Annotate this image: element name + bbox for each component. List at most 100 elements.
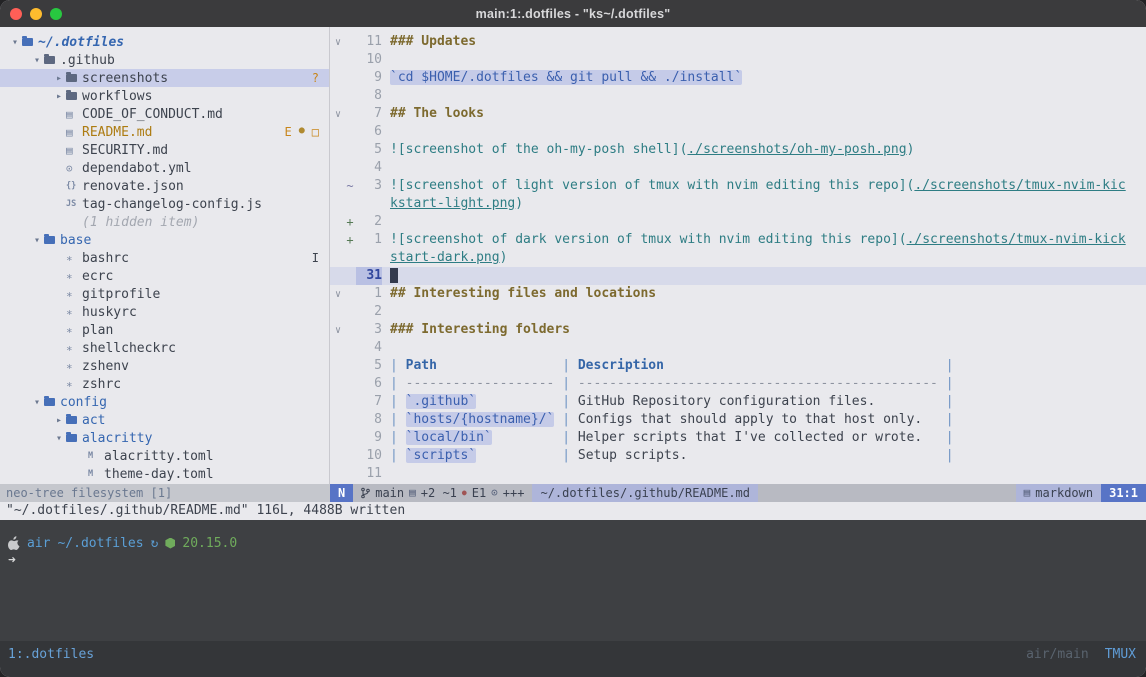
tree-item-code-of-conduct.md[interactable]: ▤CODE_OF_CONDUCT.md: [0, 105, 329, 123]
editor-line-10[interactable]: 10| `scripts` | Setup scripts. |: [330, 447, 1146, 465]
tree-item-dependabot.yml[interactable]: ⊙dependabot.yml: [0, 159, 329, 177]
tree-item-workflows[interactable]: ▸workflows: [0, 87, 329, 105]
tree-item-huskyrc[interactable]: ∗huskyrc: [0, 303, 329, 321]
chevron-right-icon[interactable]: ▸: [52, 91, 66, 102]
editor-line-wrap[interactable]: start-dark.png): [330, 249, 1146, 267]
sign-column: [344, 359, 356, 373]
editor-line-1[interactable]: ∨ 1## Interesting files and locations: [330, 285, 1146, 303]
tree-item-label: base: [60, 233, 91, 248]
maximize-button[interactable]: [50, 8, 62, 20]
file-icon: ▤: [1024, 484, 1031, 502]
fold-marker[interactable]: ∨: [330, 325, 344, 336]
tree-item-act[interactable]: ▸act: [0, 411, 329, 429]
neotree-statusline: neo-tree filesystem [1]: [0, 484, 330, 502]
line-number: 8: [356, 411, 382, 429]
tree-item-renovate.json[interactable]: {}renovate.json: [0, 177, 329, 195]
chevron-down-icon[interactable]: ▾: [52, 433, 66, 444]
tree-item-alacritty.toml[interactable]: Malacritty.toml: [0, 447, 329, 465]
chevron-right-icon[interactable]: ▸: [52, 73, 66, 84]
tree-item-alacritty[interactable]: ▾alacritty: [0, 429, 329, 447]
editor-line-7[interactable]: ∨ 7## The looks: [330, 105, 1146, 123]
chevron-down-icon[interactable]: ▾: [8, 37, 22, 48]
editor-line-9[interactable]: 9`cd $HOME/.dotfiles && git pull && ./in…: [330, 69, 1146, 87]
editor-line-3[interactable]: ∨ 3### Interesting folders: [330, 321, 1146, 339]
tree-item-plan[interactable]: ∗plan: [0, 321, 329, 339]
chevron-down-icon[interactable]: ▾: [30, 397, 44, 408]
tree-item-label: theme-day.toml: [104, 467, 214, 482]
line-text: [382, 465, 1146, 483]
sign-column: [344, 125, 356, 139]
line-text: [382, 87, 1146, 105]
tree-item-.github[interactable]: ▾.github: [0, 51, 329, 69]
tree-item--.dotfiles[interactable]: ▾~/.dotfiles: [0, 33, 329, 51]
sign-column: [344, 251, 356, 265]
prompt-path: ~/.dotfiles: [57, 536, 143, 551]
editor-line-2[interactable]: +2: [330, 213, 1146, 231]
tree-item-zshenv[interactable]: ∗zshenv: [0, 357, 329, 375]
close-button[interactable]: [10, 8, 22, 20]
tree-item-label: bashrc: [82, 251, 129, 266]
editor-line-9[interactable]: 9| `local/bin` | Helper scripts that I'v…: [330, 429, 1146, 447]
chevron-right-icon[interactable]: ▸: [52, 415, 66, 426]
editor-line-6[interactable]: 6| ------------------- | ---------------…: [330, 375, 1146, 393]
doc-file-icon: ▤: [66, 126, 73, 139]
editor-line-wrap[interactable]: kstart-light.png): [330, 195, 1146, 213]
editor-line-2[interactable]: 2: [330, 303, 1146, 321]
window-title: main:1:.dotfiles - "ks~/.dotfiles": [476, 7, 671, 21]
fold-column: [330, 307, 344, 318]
editor-line-5[interactable]: 5| Path | Description |: [330, 357, 1146, 375]
tree-item-ecrc[interactable]: ∗ecrc: [0, 267, 329, 285]
fold-marker[interactable]: ∨: [330, 289, 344, 300]
line-text: [382, 159, 1146, 177]
line-number: 5: [356, 141, 382, 159]
tmux-window-1[interactable]: 1:.dotfiles: [8, 646, 94, 664]
terminal-window: main:1:.dotfiles - "ks~/.dotfiles" ▾~/.d…: [0, 0, 1146, 677]
editor-line-6[interactable]: 6: [330, 123, 1146, 141]
editor-line-8[interactable]: 8: [330, 87, 1146, 105]
editor-line-8[interactable]: 8| `hosts/{hostname}/` | Configs that sh…: [330, 411, 1146, 429]
error-icon: ●: [462, 484, 467, 502]
tree-item-theme-day.toml[interactable]: Mtheme-day.toml: [0, 465, 329, 483]
line-text: ### Updates: [382, 33, 1146, 51]
fold-marker[interactable]: ∨: [330, 109, 344, 120]
line-text: [382, 339, 1146, 357]
tree-item-base[interactable]: ▾ base: [0, 231, 329, 249]
sign-column: [344, 53, 356, 67]
minimize-button[interactable]: [30, 8, 42, 20]
chevron-down-icon[interactable]: ▾: [30, 235, 44, 246]
tree-item-zshrc[interactable]: ∗zshrc: [0, 375, 329, 393]
editor-line-1[interactable]: +1![screenshot of dark version of tmux w…: [330, 231, 1146, 249]
editor-line-4[interactable]: 4: [330, 159, 1146, 177]
editor-line-11[interactable]: 11: [330, 465, 1146, 483]
tree-item-bashrc[interactable]: ∗bashrcI: [0, 249, 329, 267]
editor-line-5[interactable]: 5![screenshot of the oh-my-posh shell](.…: [330, 141, 1146, 159]
editor-line-3[interactable]: ~3![screenshot of light version of tmux …: [330, 177, 1146, 195]
sign-column: [344, 35, 356, 49]
editor-pane[interactable]: ∨ 11### Updates 10 9`cd $HOME/.dotfiles …: [330, 27, 1146, 484]
sign-column: [344, 449, 356, 463]
tree-item-screenshots[interactable]: ▸screenshots?: [0, 69, 329, 87]
tree-item-security.md[interactable]: ▤SECURITY.md: [0, 141, 329, 159]
line-text: start-dark.png): [382, 249, 1146, 267]
tree-item-readme.md[interactable]: ▤README.mdE●□: [0, 123, 329, 141]
sign-column: [344, 341, 356, 355]
fold-column: [330, 379, 344, 390]
tree-item-tag-changelog-config.js[interactable]: JStag-changelog-config.js: [0, 195, 329, 213]
editor-line-10[interactable]: 10: [330, 51, 1146, 69]
editor-line-4[interactable]: 4: [330, 339, 1146, 357]
line-text: ![screenshot of the oh-my-posh shell](./…: [382, 141, 1146, 159]
fold-marker[interactable]: ∨: [330, 37, 344, 48]
editor-line-31[interactable]: 31: [330, 267, 1146, 285]
line-number: 9: [356, 429, 382, 447]
status-badge: □: [312, 125, 319, 139]
fold-column: [330, 217, 344, 228]
line-text: | `hosts/{hostname}/` | Configs that sho…: [382, 411, 1146, 429]
toml-file-icon: M: [88, 469, 93, 479]
shell-pane[interactable]: air ~/.dotfiles ↻ 20.15.0 ➜: [0, 520, 1146, 641]
editor-line-11[interactable]: ∨ 11### Updates: [330, 33, 1146, 51]
chevron-down-icon[interactable]: ▾: [30, 55, 44, 66]
tree-item-config[interactable]: ▾config: [0, 393, 329, 411]
tree-item-shellcheckrc[interactable]: ∗shellcheckrc: [0, 339, 329, 357]
editor-line-7[interactable]: 7| `.github` | GitHub Repository configu…: [330, 393, 1146, 411]
tree-item-gitprofile[interactable]: ∗gitprofile: [0, 285, 329, 303]
